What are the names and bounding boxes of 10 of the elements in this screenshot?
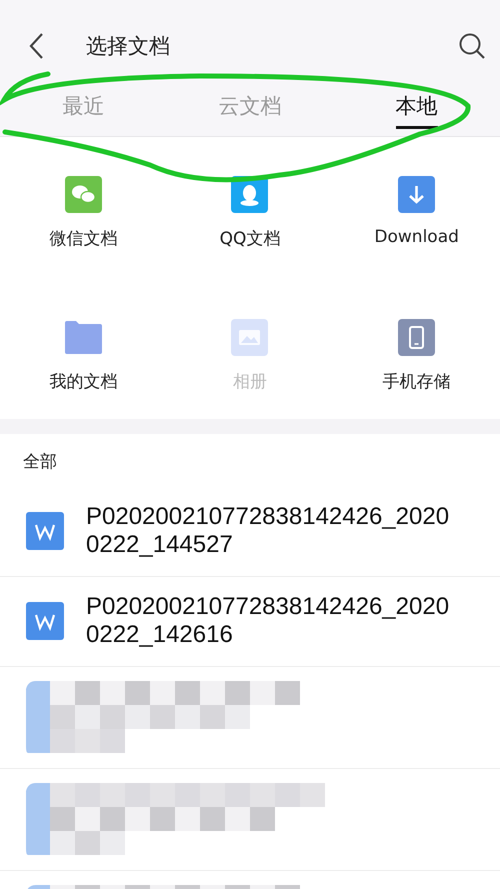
file-name[interactable]: P020200210772838142426_20200222_144527	[86, 503, 458, 559]
shortcut-label[interactable]: QQ文档	[220, 227, 280, 250]
shortcut-label[interactable]: 手机存储	[382, 370, 451, 393]
file-name[interactable]: P020200210772838142426_20200222_142616	[86, 593, 458, 649]
section-title: 全部	[22, 451, 58, 474]
page-title: 选择文档	[86, 33, 171, 60]
shortcut-label[interactable]: Download	[374, 227, 459, 247]
shortcut-label[interactable]: 我的文档	[49, 370, 118, 393]
tab[interactable]: 本地	[396, 86, 438, 128]
shortcut-label[interactable]: 微信文档	[49, 227, 118, 250]
